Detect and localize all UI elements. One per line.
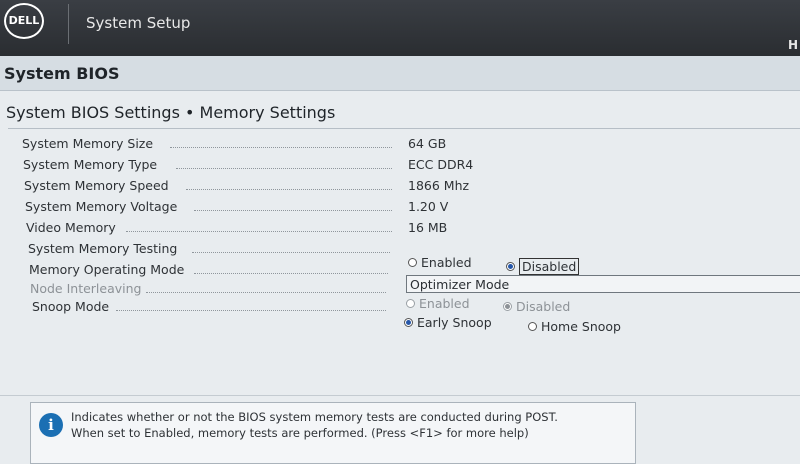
leader-dots [194,273,388,275]
setting-label: Snoop Mode [32,299,110,314]
info-icon: i [39,413,63,437]
setting-row-memory-type: System Memory Type ECC DDR4 [0,156,800,177]
breadcrumb-divider [8,128,800,129]
content-divider [0,395,800,396]
setting-row-memory-operating-mode[interactable]: Memory Operating Mode Optimizer Mode [0,261,800,293]
header-corner-text: H [787,38,798,52]
setting-value: 16 MB [408,220,448,235]
radio-off-icon [528,322,537,331]
leader-dots [170,147,392,149]
top-bar: DELL System Setup H [0,0,800,56]
setting-row-memory-testing[interactable]: System Memory Testing Enabled Disabled [0,240,800,275]
section-title: System BIOS [4,64,120,83]
setting-label: Video Memory [26,220,116,235]
leader-dots [192,252,390,254]
setting-label: System Memory Testing [28,241,178,256]
help-line-1: Indicates whether or not the BIOS system… [71,410,558,424]
dell-logo: DELL [4,3,44,39]
setting-label: System Memory Size [22,136,154,151]
leader-dots [176,168,392,170]
leader-dots [116,310,386,312]
header-divider [68,4,69,44]
setting-value: ECC DDR4 [408,157,474,172]
setting-row-video-memory: Video Memory 16 MB [0,219,800,240]
leader-dots [126,231,392,233]
radio-home-snoop[interactable]: Home Snoop [528,319,621,334]
setting-label: Node Interleaving [30,281,142,296]
breadcrumb: System BIOS Settings • Memory Settings [6,103,336,122]
help-line-2: When set to Enabled, memory tests are pe… [71,426,529,440]
leader-dots [186,189,392,191]
radio-on-icon [404,318,413,327]
setting-label: Memory Operating Mode [29,262,185,277]
radio-label: Home Snoop [541,319,621,334]
section-header: System BIOS [0,56,800,91]
setting-value: 1.20 V [408,199,449,214]
setting-row-memory-size: System Memory Size 64 GB [0,135,800,156]
leader-dots [194,210,392,212]
radio-label: Early Snoop [417,315,492,330]
setting-label: System Memory Type [23,157,158,172]
setting-label: System Memory Speed [24,178,169,193]
setting-row-memory-speed: System Memory Speed 1866 Mhz [0,177,800,198]
setting-value: 64 GB [408,136,447,151]
radio-early-snoop[interactable]: Early Snoop [404,315,492,330]
leader-dots [146,292,386,294]
setting-label: System Memory Voltage [25,199,178,214]
help-panel: i Indicates whether or not the BIOS syst… [30,402,636,464]
app-title: System Setup [86,14,191,32]
setting-row-snoop-mode[interactable]: Snoop Mode Early Snoop Home Snoop [0,298,800,334]
setting-row-memory-voltage: System Memory Voltage 1.20 V [0,198,800,219]
setting-value: 1866 Mhz [408,178,470,193]
help-text: Indicates whether or not the BIOS system… [71,409,558,441]
